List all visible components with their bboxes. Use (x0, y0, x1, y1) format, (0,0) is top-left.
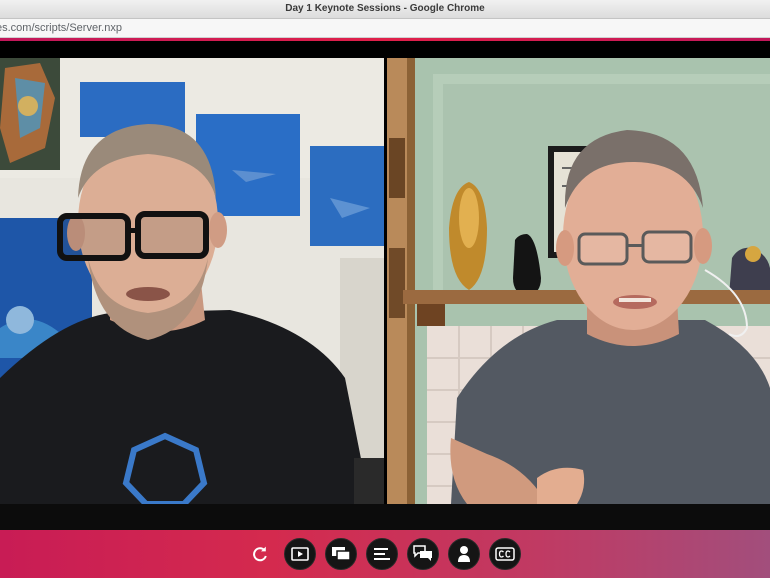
screen-share-icon (332, 547, 351, 561)
chat-button[interactable] (407, 538, 439, 570)
refresh-button[interactable] (244, 538, 276, 570)
refresh-icon (253, 546, 267, 562)
video-caption-strip (0, 504, 770, 530)
cc-icon (495, 547, 515, 561)
meeting-control-bar (0, 530, 770, 578)
chat-icon (413, 545, 432, 561)
video-feed-left (0, 58, 384, 504)
video-feed-right (387, 58, 770, 504)
play-screen-icon (291, 547, 309, 561)
url-text[interactable]: es.com/scripts/Server.nxp (0, 20, 122, 36)
captions-button[interactable] (489, 538, 521, 570)
window-title: Day 1 Keynote Sessions - Google Chrome (285, 3, 485, 14)
video-button[interactable] (284, 538, 316, 570)
window-titlebar: Day 1 Keynote Sessions - Google Chrome (0, 0, 770, 19)
person-icon (458, 546, 470, 562)
list-icon (374, 548, 390, 560)
participant-button[interactable] (448, 538, 480, 570)
agenda-button[interactable] (366, 538, 398, 570)
screens-button[interactable] (325, 538, 357, 570)
address-bar[interactable]: es.com/scripts/Server.nxp (0, 19, 770, 38)
